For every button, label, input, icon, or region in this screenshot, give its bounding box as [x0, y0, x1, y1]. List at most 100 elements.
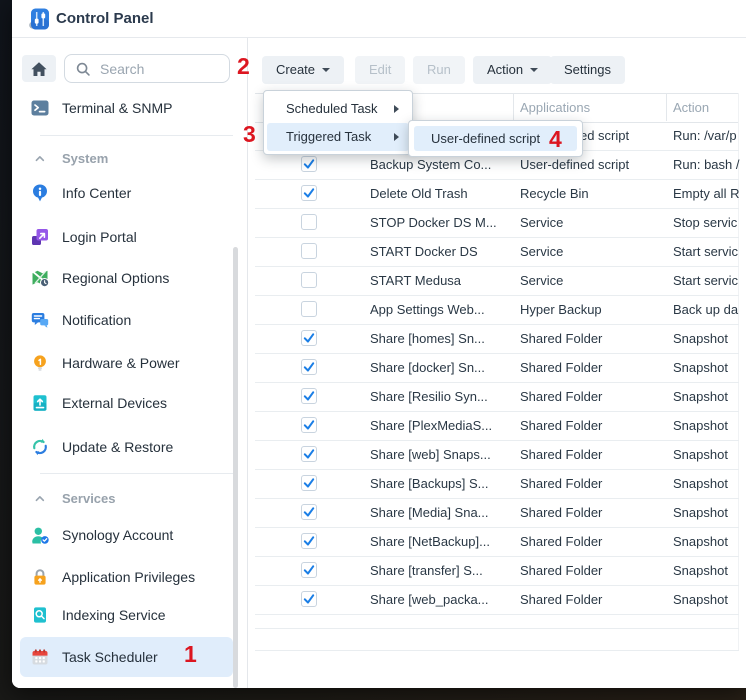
settings-button[interactable]: Settings [550, 56, 625, 84]
table-row[interactable]: START MedusaServiceStart servic [255, 266, 739, 296]
cell-action: Snapshot [673, 440, 743, 469]
menu-item-scheduled-task[interactable]: Scheduled Task [267, 95, 409, 123]
regional-options-icon [30, 268, 50, 288]
table-row[interactable]: Share [NetBackup]...Shared FolderSnapsho… [255, 527, 739, 557]
sidebar-item-synology-account[interactable]: Synology Account [20, 518, 233, 552]
column-header-applications[interactable]: Applications [520, 94, 590, 122]
check-icon [302, 592, 316, 606]
external-devices-icon [30, 393, 50, 413]
cell-action: Snapshot [673, 556, 743, 585]
sidebar-item-indexing-service[interactable]: Indexing Service [20, 598, 233, 632]
table-empty-line [255, 650, 739, 651]
checkbox-checked[interactable] [301, 359, 317, 375]
checkbox-checked[interactable] [301, 504, 317, 520]
table-row[interactable]: Share [web_packa...Shared FolderSnapshot [255, 585, 739, 615]
search-icon [74, 60, 92, 78]
search-input[interactable] [98, 60, 202, 78]
cell-action: Snapshot [673, 469, 743, 498]
action-button[interactable]: Action [473, 56, 552, 84]
checkbox-checked[interactable] [301, 330, 317, 346]
checkbox-checked[interactable] [301, 388, 317, 404]
table-row[interactable]: Share [PlexMediaS...Shared FolderSnapsho… [255, 411, 739, 441]
sidebar-item-task-scheduler[interactable]: Task Scheduler [20, 637, 233, 677]
cell-action: Snapshot [673, 353, 743, 382]
synology-account-icon [30, 525, 50, 545]
cell-application: Shared Folder [520, 498, 665, 527]
table-row[interactable]: Share [docker] Sn...Shared FolderSnapsho… [255, 353, 739, 383]
checkbox-checked[interactable] [301, 533, 317, 549]
sidebar-item-terminal-snmp[interactable]: Terminal & SNMP [20, 91, 233, 125]
edit-button[interactable]: Edit [355, 56, 405, 84]
cell-action: Start servic [673, 237, 743, 266]
table-row[interactable]: Share [Media] Sna...Shared FolderSnapsho… [255, 498, 739, 528]
sidebar-item-external-devices[interactable]: External Devices [20, 386, 233, 420]
cell-task-name: Delete Old Trash [370, 179, 510, 208]
table-row[interactable]: App Settings Web...Hyper BackupBack up d… [255, 295, 739, 325]
cell-action: Stop servic [673, 208, 743, 237]
table-row[interactable]: Delete Old TrashRecycle BinEmpty all R [255, 179, 739, 209]
sidebar-item-info-center[interactable]: Info Center [20, 176, 233, 210]
checkbox-checked[interactable] [301, 591, 317, 607]
cell-application: Shared Folder [520, 324, 665, 353]
cell-application: Recycle Bin [520, 179, 665, 208]
table-row[interactable]: Share [Resilio Syn...Shared FolderSnapsh… [255, 382, 739, 412]
table-row[interactable]: Share [Backups] S...Shared FolderSnapsho… [255, 469, 739, 499]
section-label: Services [62, 491, 116, 506]
synology-account-icon [30, 525, 50, 545]
checkbox-checked[interactable] [301, 562, 317, 578]
table-empty-line [255, 628, 739, 629]
home-button[interactable] [22, 55, 56, 82]
sidebar-item-notification[interactable]: Notification [20, 303, 233, 337]
table-row[interactable]: Share [homes] Sn...Shared FolderSnapshot [255, 324, 739, 354]
external-devices-icon [30, 393, 50, 413]
sidebar-item-label: Info Center [62, 185, 131, 201]
menu-item-triggered-task[interactable]: Triggered Task [267, 123, 409, 151]
sidebar-section-system[interactable]: System [20, 148, 233, 168]
chevron-up-icon [33, 491, 47, 505]
sidebar-item-label: Notification [62, 312, 131, 328]
create-button[interactable]: Create [262, 56, 344, 84]
update-restore-icon [30, 437, 50, 457]
run-button[interactable]: Run [413, 56, 465, 84]
cell-task-name: Share [Media] Sna... [370, 498, 510, 527]
table-row[interactable]: Share [web] Snaps...Shared FolderSnapsho… [255, 440, 739, 470]
sidebar-item-application-privileges[interactable]: Application Privileges [20, 560, 233, 594]
cell-action: Back up da [673, 295, 743, 324]
cell-task-name: Share [web_packa... [370, 585, 510, 614]
control-panel-icon [28, 7, 50, 31]
sidebar-divider [40, 135, 233, 136]
sidebar-item-label: Update & Restore [62, 439, 173, 455]
sidebar-item-hardware-power[interactable]: Hardware & Power [20, 346, 233, 380]
sidebar-section-services[interactable]: Services [20, 488, 233, 508]
checkbox-unchecked[interactable] [301, 301, 317, 317]
cell-task-name: STOP Docker DS M... [370, 208, 510, 237]
step-annotation-1: 1 [184, 643, 197, 666]
table-row[interactable]: Share [transfer] S...Shared FolderSnapsh… [255, 556, 739, 586]
sidebar-item-login-portal[interactable]: Login Portal [20, 220, 233, 254]
checkbox-checked[interactable] [301, 156, 317, 172]
table-row[interactable]: START Docker DSServiceStart servic [255, 237, 739, 267]
info-center-icon [30, 183, 50, 203]
cell-action: Empty all R [673, 179, 743, 208]
title-bar[interactable]: Control Panel [12, 0, 746, 38]
cell-task-name: Share [web] Snaps... [370, 440, 510, 469]
checkbox-unchecked[interactable] [301, 243, 317, 259]
checkbox-unchecked[interactable] [301, 272, 317, 288]
sidebar-item-regional-options[interactable]: Regional Options [20, 261, 233, 295]
sidebar-item-update-restore[interactable]: Update & Restore [20, 430, 233, 464]
checkbox-unchecked[interactable] [301, 214, 317, 230]
checkbox-checked[interactable] [301, 417, 317, 433]
search-box[interactable] [64, 54, 230, 83]
checkbox-checked[interactable] [301, 475, 317, 491]
sidebar-scrollbar[interactable] [233, 247, 238, 688]
check-icon [302, 360, 316, 374]
column-header-action[interactable]: Action [673, 94, 709, 122]
table-row[interactable]: STOP Docker DS M...ServiceStop servic [255, 208, 739, 238]
checkbox-checked[interactable] [301, 446, 317, 462]
cell-task-name: Share [docker] Sn... [370, 353, 510, 382]
checkbox-checked[interactable] [301, 185, 317, 201]
chevron-up-icon [33, 151, 47, 165]
cell-application: Service [520, 266, 665, 295]
button-label: Edit [369, 62, 391, 77]
check-icon [302, 157, 316, 171]
